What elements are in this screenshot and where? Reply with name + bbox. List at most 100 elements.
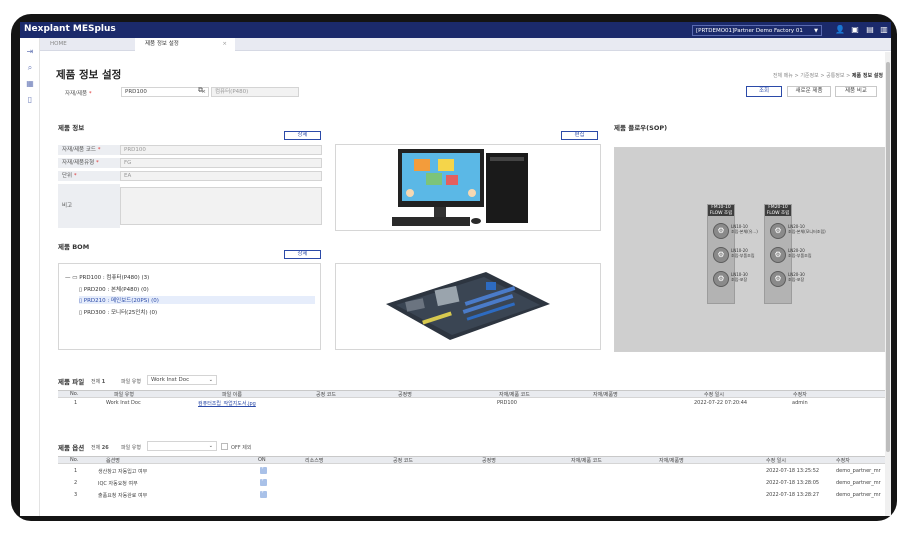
file-link[interactable]: 컴퓨터조립_작업지도서.jpg <box>198 400 256 407</box>
field-label: 비고 <box>58 184 120 228</box>
chat-icon[interactable]: ▣ <box>850 25 860 35</box>
bom-item[interactable]: ▯ PRD200 : 본체(P480) (0) <box>79 285 149 293</box>
table-row[interactable]: 1 생산창고 자동입고 여부 2022-07-18 13:25:52 demo_… <box>58 465 885 477</box>
gear-icon[interactable]: ⚙ <box>770 271 786 287</box>
files-type-label: 파일 유형 <box>121 379 141 385</box>
gear-icon[interactable]: ⚙ <box>713 271 729 287</box>
col-header: 수정자 <box>793 392 807 398</box>
breadcrumb-item[interactable]: 공통정보 <box>826 73 844 79</box>
tab-product-info[interactable]: 제품 정보 설정 × <box>135 38 235 51</box>
files-total: 전체 1 <box>91 379 106 385</box>
bom-tree-panel: — ▭ PRD100 : 컴퓨터(P480) (3) ▯ PRD200 : 본체… <box>58 263 321 350</box>
product-image <box>392 149 528 226</box>
col-header: 파일 이름 <box>222 392 242 398</box>
tab-product-info-label: 제품 정보 설정 <box>145 41 179 47</box>
off-exclude-checkbox[interactable] <box>221 443 228 450</box>
bom-item[interactable]: ▯ PRD300 : 모니터(25인치) (0) <box>79 308 157 316</box>
product-search-label: 자재/제품 * <box>65 91 92 97</box>
top-bar: Nexplant MESplus [PRTDEMO01]Partner Demo… <box>20 22 891 38</box>
field-label: 자재/제품 코드 * <box>58 145 120 155</box>
doc-icon[interactable]: ▥ <box>879 25 889 35</box>
breadcrumb-sep: > <box>794 73 799 79</box>
off-exclude-label: OFF 제외 <box>231 445 252 451</box>
op-label: LN20-20 조립-부품조립 <box>788 248 812 258</box>
col-header: 공정명 <box>482 458 496 464</box>
compare-product-button[interactable]: 제품 비교 <box>835 86 877 97</box>
unit-field: EA <box>120 171 322 181</box>
sop-title: 제품 플로우(SOP) <box>614 124 668 132</box>
monitor-icon[interactable]: ▤ <box>865 25 875 35</box>
option-type-select[interactable]: ⌄ <box>147 441 217 451</box>
options-table: No. 옵션명 ON 리소스명 공정 코드 공정명 자재/제품 코드 자재/제품… <box>58 456 885 506</box>
tab-bar: HOME 제품 정보 설정 × <box>40 38 891 51</box>
col-header: No. <box>70 457 79 463</box>
breadcrumb-sep: > <box>820 73 825 79</box>
gear-icon[interactable]: ⚙ <box>713 223 729 239</box>
bom-image-panel <box>335 263 601 350</box>
flow-header: FM20-10 FLOW 조립 <box>765 205 791 216</box>
col-header: No. <box>70 391 79 397</box>
op-label: LN20-30 조립-포장 <box>788 272 805 282</box>
col-header: 공정명 <box>398 392 412 398</box>
page-scrollbar[interactable] <box>885 52 891 516</box>
popup-icon[interactable]: ⧉ <box>198 86 203 95</box>
breadcrumb-current: 제품 정보 설정 <box>851 73 883 79</box>
breadcrumb-item[interactable]: 전체 메뉴 <box>773 73 793 79</box>
new-product-button[interactable]: 새로운 제품 <box>787 86 831 97</box>
file-type-select[interactable]: Work Inst Doc ⌄ <box>147 375 217 385</box>
bom-detail-button[interactable]: 상세 <box>284 250 321 259</box>
bom-item-selected[interactable]: ▯ PRD210 : 메인보드(20PS) (0) <box>79 296 315 304</box>
on-checkbox[interactable] <box>260 477 267 486</box>
gear-icon[interactable]: ⚙ <box>770 223 786 239</box>
gear-icon[interactable]: ⚙ <box>713 247 729 263</box>
col-header: 파일 유형 <box>114 392 134 398</box>
gear-icon[interactable]: ⚙ <box>770 247 786 263</box>
options-type-label: 파일 유형 <box>121 445 141 451</box>
field-row-type: 자재/제품유형 * FG <box>58 158 324 168</box>
col-header: 수정 일시 <box>766 458 786 464</box>
product-type-field: FG <box>120 158 322 168</box>
grid-icon[interactable]: ▦ <box>24 78 36 90</box>
table-row[interactable]: 2 IQC 자동요청 여부 2022-07-18 13:28:05 demo_p… <box>58 477 885 489</box>
bom-title: 제품 BOM <box>58 243 90 251</box>
col-header: 자재/제품 코드 <box>499 392 530 398</box>
col-header: 옵션명 <box>106 458 120 464</box>
op-label: LN20-10 조립-본체(모니터조립) <box>788 224 826 234</box>
remark-field[interactable] <box>120 187 322 225</box>
close-icon[interactable]: × <box>222 38 227 51</box>
factory-value: [PRTDEMO01]Partner Demo Factory 01 <box>696 28 803 34</box>
search-button[interactable]: 조회 <box>746 86 782 97</box>
table-row[interactable]: 3 출품요청 자동완료 여부 2022-07-18 13:28:27 demo_… <box>58 489 885 501</box>
factory-select[interactable]: [PRTDEMO01]Partner Demo Factory 01 ▼ <box>692 25 822 36</box>
table-row[interactable]: 1 Work Inst Doc 컴퓨터조립_작업지도서.jpg PRD100 2… <box>58 399 885 408</box>
collapse-icon[interactable]: ⇥ <box>24 46 36 58</box>
tab-home-label: HOME <box>50 41 67 47</box>
options-header <box>58 456 885 464</box>
breadcrumb-item[interactable]: 기준정보 <box>800 73 818 79</box>
file-icon: ▯ <box>79 287 83 293</box>
file-icon: ▯ <box>79 310 83 316</box>
field-label: 자재/제품유형 * <box>58 158 120 168</box>
page-title: 제품 정보 설정 <box>56 69 122 81</box>
field-label: 단위 * <box>58 171 120 181</box>
bom-root[interactable]: — ▭ PRD100 : 컴퓨터(P480) (3) <box>65 273 149 281</box>
on-checkbox[interactable] <box>260 465 267 474</box>
app-brand: Nexplant MESplus <box>24 24 116 34</box>
on-checkbox[interactable] <box>260 489 267 498</box>
search-icon[interactable]: ⌕ <box>24 62 36 74</box>
file-icon: ▯ <box>79 298 83 304</box>
bookmark-icon[interactable]: ▯ <box>24 94 36 106</box>
col-header: 자재/제품 코드 <box>571 458 602 464</box>
chevron-down-icon: ⌄ <box>208 443 213 449</box>
user-icon[interactable]: 👤 <box>835 25 845 35</box>
tab-home[interactable]: HOME <box>40 38 135 51</box>
product-code-input[interactable]: PRD100 × <box>121 87 209 97</box>
image-edit-button[interactable]: 편집 <box>561 131 598 140</box>
files-header <box>58 390 885 398</box>
field-row-unit: 단위 * EA <box>58 171 324 181</box>
file-type-value: Work Inst Doc <box>151 377 190 383</box>
left-sidebar: ⇥ ⌕ ▦ ▯ <box>20 38 40 516</box>
scrollbar-thumb[interactable] <box>886 62 890 452</box>
product-detail-button[interactable]: 상세 <box>284 131 321 140</box>
folder-icon: — ▭ <box>65 275 78 281</box>
